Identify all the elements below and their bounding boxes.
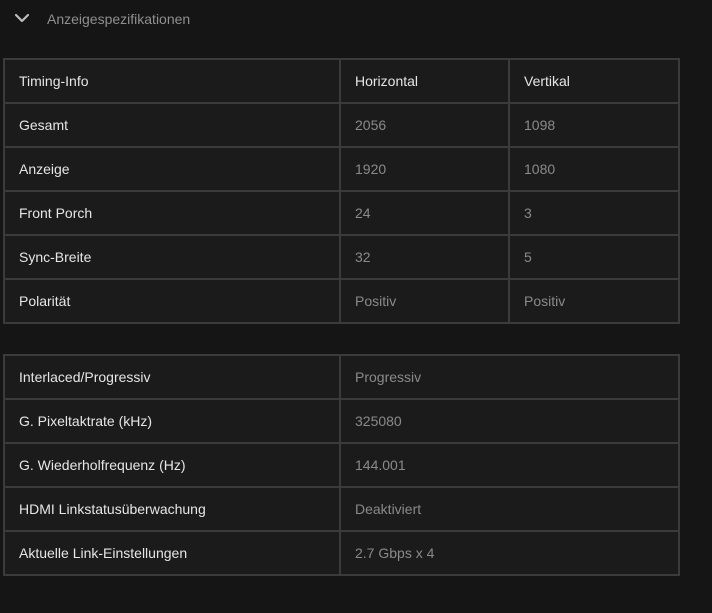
row-label: G. Wiederholfrequenz (Hz): [3, 442, 341, 488]
table-row-anzeige: Anzeige 1920 1080: [3, 146, 680, 192]
display-specs-section-header[interactable]: Anzeigespezifikationen: [0, 0, 712, 38]
row-label: G. Pixeltaktrate (kHz): [3, 398, 341, 444]
row-label: Sync-Breite: [3, 234, 341, 280]
row-label: Anzeige: [3, 146, 341, 192]
vertical-value: 1098: [508, 102, 680, 148]
table-row-polaritaet: Polarität Positiv Positiv: [3, 278, 680, 324]
horizontal-value: 24: [339, 190, 510, 236]
chevron-down-icon[interactable]: [14, 11, 30, 25]
table-row-pixeltaktrate: G. Pixeltaktrate (kHz) 325080: [3, 398, 680, 444]
vertical-value: 5: [508, 234, 680, 280]
row-value: 2.7 Gbps x 4: [339, 530, 680, 576]
link-info-table: Interlaced/Progressiv Progressiv G. Pixe…: [3, 354, 680, 576]
vertical-value: Positiv: [508, 278, 680, 324]
column-header-horizontal: Horizontal: [339, 58, 510, 104]
table-row-interlaced-progressiv: Interlaced/Progressiv Progressiv: [3, 354, 680, 400]
row-label: Front Porch: [3, 190, 341, 236]
section-title: Anzeigespezifikationen: [47, 11, 191, 27]
table-row-link-einstellungen: Aktuelle Link-Einstellungen 2.7 Gbps x 4: [3, 530, 680, 576]
table-row-gesamt: Gesamt 2056 1098: [3, 102, 680, 148]
row-value: 325080: [339, 398, 680, 444]
horizontal-value: Positiv: [339, 278, 510, 324]
table-row-hdmi-linkstatus: HDMI Linkstatusüberwachung Deaktiviert: [3, 486, 680, 532]
row-label: Aktuelle Link-Einstellungen: [3, 530, 341, 576]
row-label: Interlaced/Progressiv: [3, 354, 341, 400]
row-value: 144.001: [339, 442, 680, 488]
column-header-timing-info: Timing-Info: [3, 58, 341, 104]
table-header-row: Timing-Info Horizontal Vertikal: [3, 58, 680, 104]
row-value: Progressiv: [339, 354, 680, 400]
horizontal-value: 32: [339, 234, 510, 280]
column-header-vertical: Vertikal: [508, 58, 680, 104]
row-label: HDMI Linkstatusüberwachung: [3, 486, 341, 532]
horizontal-value: 1920: [339, 146, 510, 192]
table-row-wiederholfrequenz: G. Wiederholfrequenz (Hz) 144.001: [3, 442, 680, 488]
row-value: Deaktiviert: [339, 486, 680, 532]
vertical-value: 1080: [508, 146, 680, 192]
table-row-sync-breite: Sync-Breite 32 5: [3, 234, 680, 280]
horizontal-value: 2056: [339, 102, 510, 148]
row-label: Gesamt: [3, 102, 341, 148]
row-label: Polarität: [3, 278, 341, 324]
table-row-front-porch: Front Porch 24 3: [3, 190, 680, 236]
display-specs-page: Anzeigespezifikationen Timing-Info Horiz…: [0, 0, 712, 613]
vertical-value: 3: [508, 190, 680, 236]
timing-info-table: Timing-Info Horizontal Vertikal Gesamt 2…: [3, 58, 680, 324]
